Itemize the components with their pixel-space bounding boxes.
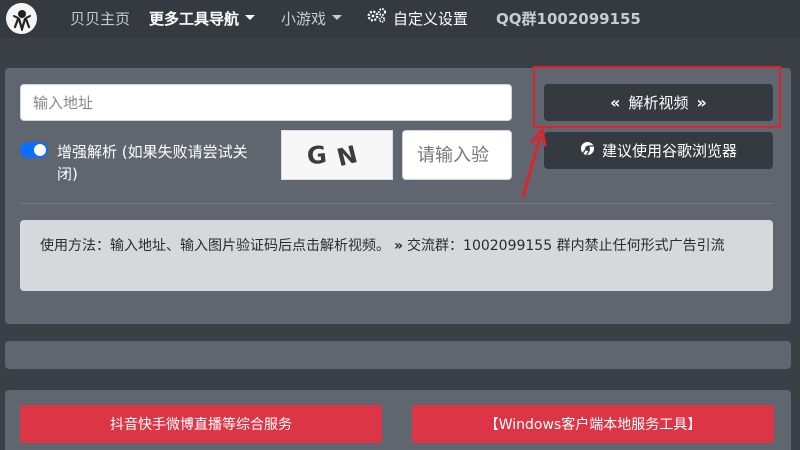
usage-info-box: 使用方法：输入地址、输入图片验证码后点击解析视频。» 交流群：1002099155… [20, 220, 773, 291]
astronaut-logo-icon[interactable] [6, 3, 37, 34]
url-input[interactable] [20, 84, 512, 121]
chevron-down-icon [332, 15, 343, 20]
enhance-parse-label: 增强解析 (如果失败请尝试关闭) [57, 143, 248, 183]
nav-more-tools[interactable]: 更多工具导航 [149, 9, 256, 29]
red-arrow-annotation [521, 128, 547, 198]
chrome-icon [580, 141, 595, 160]
group-notice: 交流群：1002099155 群内禁止任何形式广告引流 [407, 238, 725, 254]
navbar: 贝贝主页 更多工具导航 小游戏 自定义设置 QQ群1002099155 [0, 0, 800, 38]
divider [20, 203, 773, 204]
use-chrome-button[interactable]: 建议使用谷歌浏览器 [544, 132, 773, 169]
highlight-box [533, 66, 781, 128]
double-chevron-right-icon: » [394, 238, 404, 254]
windows-client-button[interactable]: 【Windows客户端本地服务工具】 [412, 405, 774, 443]
nav-qq-group[interactable]: QQ群1002099155 [496, 9, 641, 29]
nav-mini-games[interactable]: 小游戏 [281, 9, 343, 29]
nav-custom-settings[interactable]: 自定义设置 [367, 7, 469, 30]
use-chrome-label: 建议使用谷歌浏览器 [601, 142, 737, 160]
captcha-input[interactable] [402, 130, 512, 180]
chevron-down-icon [245, 15, 256, 20]
enhance-parse-toggle[interactable] [20, 142, 48, 158]
usage-instructions: 使用方法：输入地址、输入图片验证码后点击解析视频。 [40, 238, 390, 254]
gears-icon [367, 7, 387, 28]
nav-custom-settings-label: 自定义设置 [393, 10, 469, 28]
douyin-services-button[interactable]: 抖音快手微博直播等综合服务 [20, 405, 382, 443]
nav-home[interactable]: 贝贝主页 [70, 9, 130, 29]
toggle-knob [34, 144, 46, 156]
captcha-image[interactable]: G N [281, 130, 393, 180]
nav-more-tools-label: 更多工具导航 [149, 10, 240, 28]
empty-card [5, 341, 791, 369]
captcha-char: N [333, 137, 370, 173]
nav-mini-games-label: 小游戏 [281, 10, 327, 28]
